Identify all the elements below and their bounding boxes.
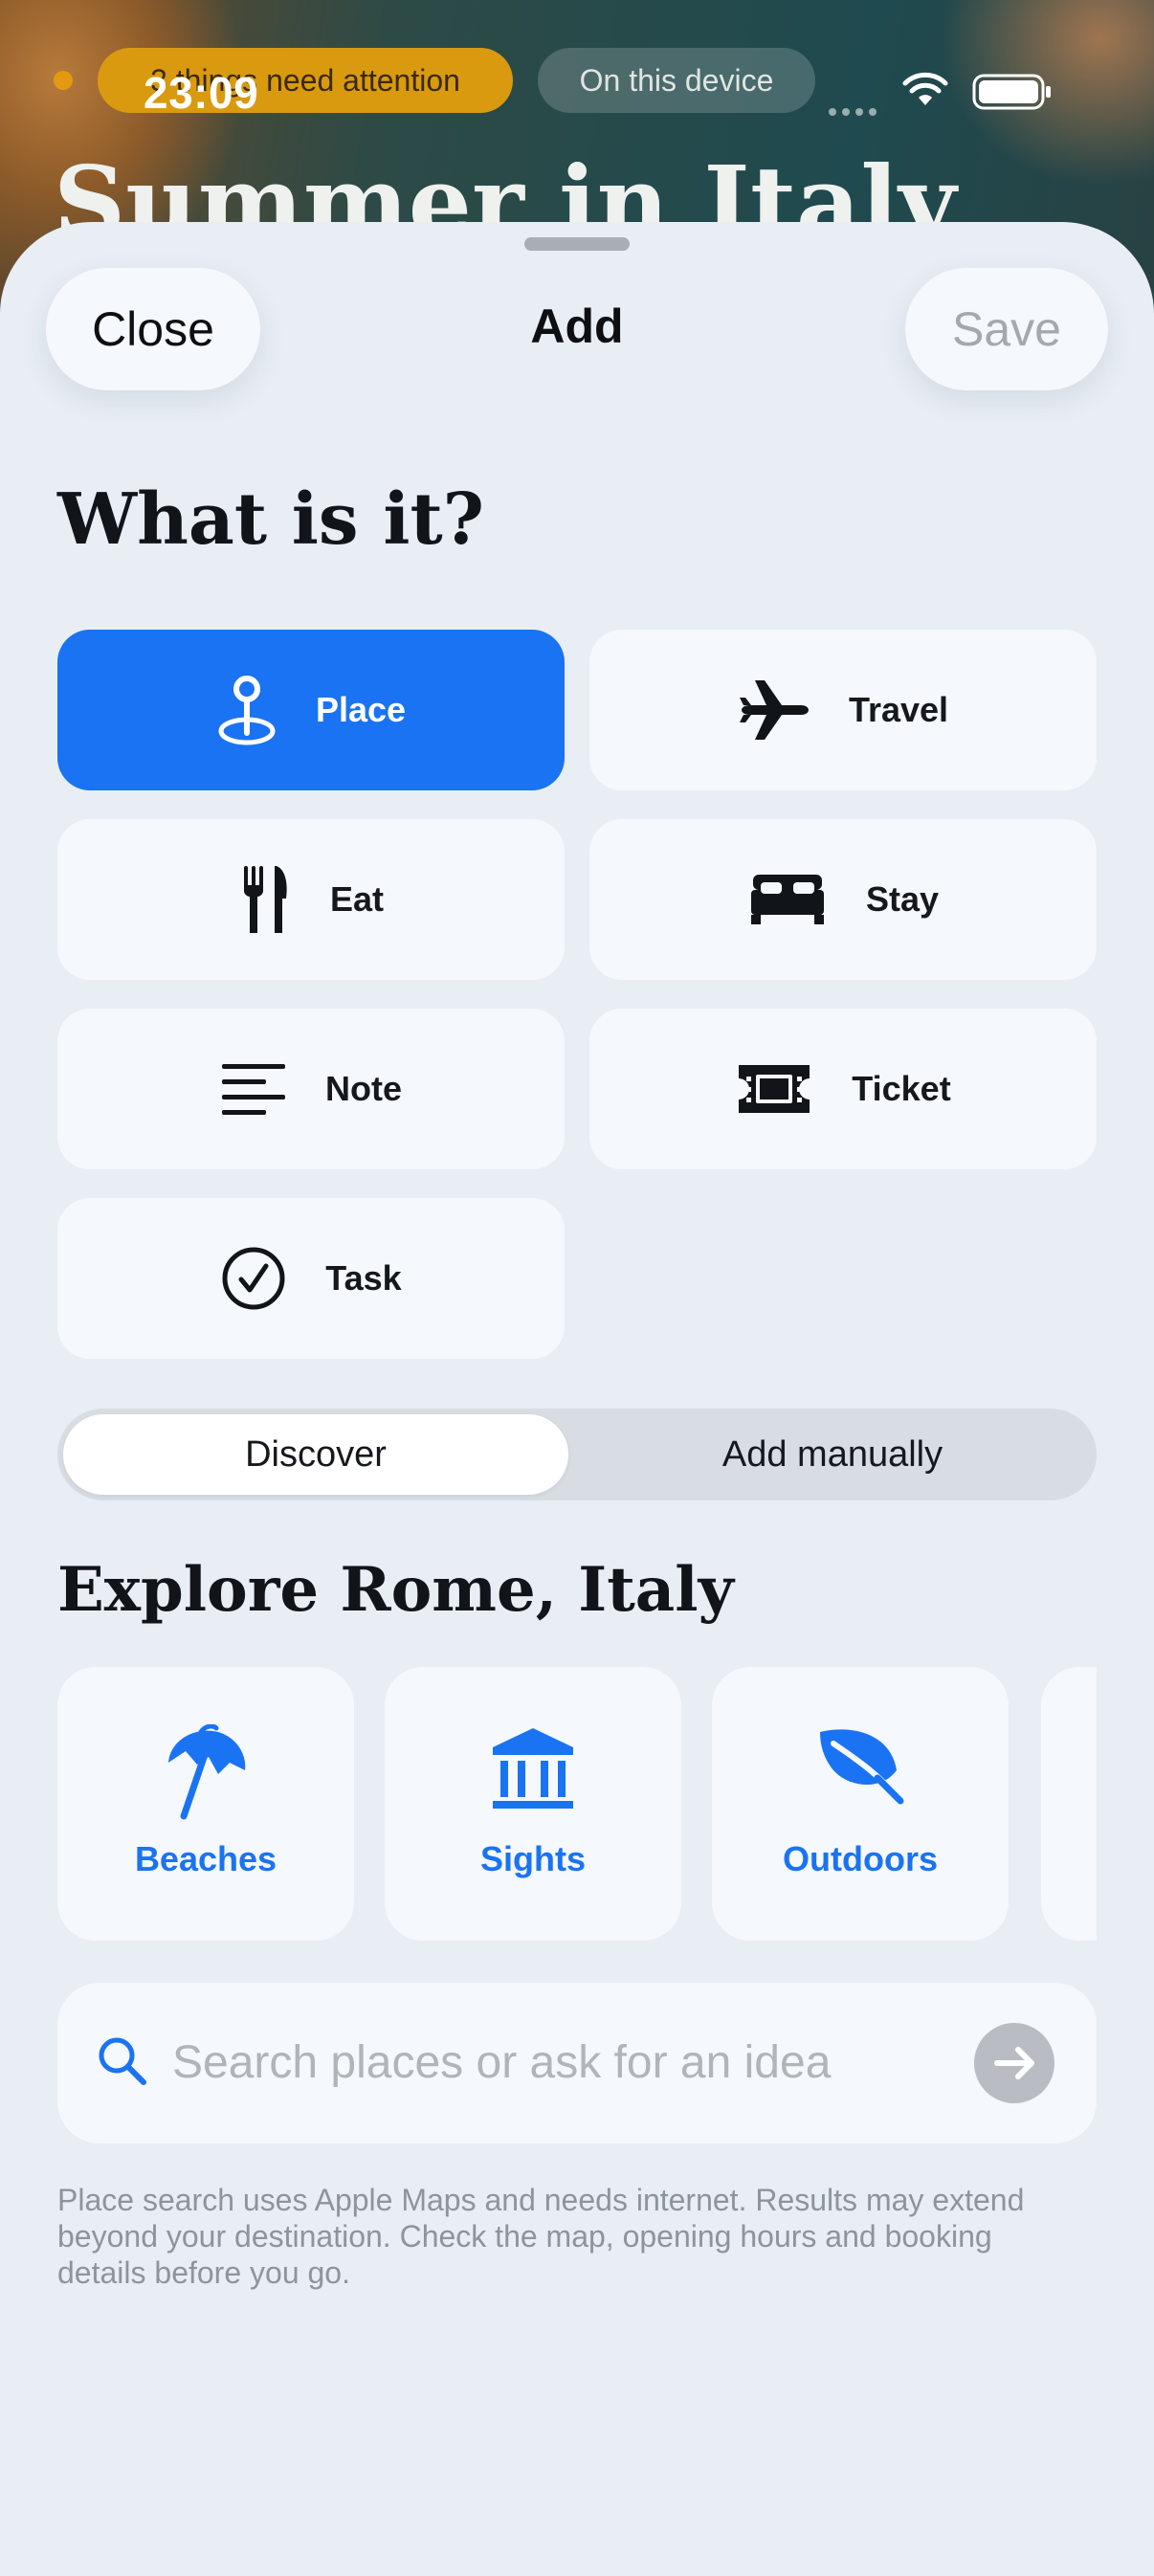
category-next-peek[interactable] (1041, 1667, 1097, 1941)
category-outdoors-label: Outdoors (783, 1839, 938, 1878)
save-button[interactable]: Save (905, 268, 1108, 390)
type-ticket-button[interactable]: Ticket (589, 1009, 1097, 1169)
type-travel-label: Travel (848, 690, 949, 729)
note-lines-icon (222, 1064, 285, 1115)
type-task-button[interactable]: Task (57, 1198, 565, 1359)
type-note-label: Note (325, 1069, 402, 1108)
search-go-button[interactable] (974, 2023, 1054, 2103)
type-place-label: Place (315, 690, 407, 729)
category-sights-label: Sights (479, 1839, 586, 1878)
cellular-signal-icon (829, 103, 882, 116)
category-beaches[interactable]: Beaches (57, 1667, 354, 1941)
bed-icon (750, 875, 824, 924)
type-stay-button[interactable]: Stay (589, 819, 1097, 980)
category-outdoors[interactable]: Outdoors (712, 1667, 1009, 1941)
segment-add-manually[interactable]: Add manually (574, 1414, 1091, 1495)
search-placeholder: Search places or ask for an idea (172, 2037, 832, 2088)
battery-icon (972, 74, 1051, 110)
segment-discover[interactable]: Discover (63, 1414, 568, 1495)
category-beaches-label: Beaches (134, 1839, 277, 1878)
category-sights[interactable]: Sights (385, 1667, 681, 1941)
question-heading: What is it? (57, 478, 484, 561)
search-icon (99, 2037, 146, 2085)
airplane-icon (739, 680, 809, 740)
wifi-icon (902, 72, 948, 105)
search-disclaimer: Place search uses Apple Maps and needs i… (57, 2183, 1025, 2290)
type-eat-label: Eat (329, 879, 385, 919)
status-time: 23:09 (144, 68, 259, 118)
map-pin-icon (218, 676, 276, 745)
arrow-right-icon (994, 2047, 1034, 2079)
type-ticket-label: Ticket (852, 1069, 951, 1108)
ticket-icon (739, 1065, 810, 1113)
add-sheet: Close Add Save What is it? Place Travel … (0, 222, 1154, 2576)
checkmark-circle-icon (222, 1247, 285, 1310)
privacy-indicator-dot (54, 71, 73, 90)
mode-segmented-control: Discover Add manually (57, 1409, 1097, 1500)
beach-umbrella-icon (168, 1724, 246, 1820)
sheet-grabber[interactable] (524, 237, 630, 251)
explore-heading: Explore Rome, Italy (57, 1554, 734, 1626)
search-field[interactable]: Search places or ask for an idea (57, 1983, 1097, 2143)
type-stay-label: Stay (865, 879, 940, 919)
type-task-label: Task (325, 1258, 402, 1298)
type-note-button[interactable]: Note (57, 1009, 565, 1169)
fork-knife-icon (243, 866, 287, 933)
type-eat-button[interactable]: Eat (57, 819, 565, 980)
type-travel-button[interactable]: Travel (589, 630, 1097, 790)
device-pill[interactable]: On this device (538, 48, 815, 113)
type-place-button[interactable]: Place (57, 630, 565, 790)
landmark-icon (493, 1728, 573, 1809)
leaf-icon (820, 1729, 904, 1805)
